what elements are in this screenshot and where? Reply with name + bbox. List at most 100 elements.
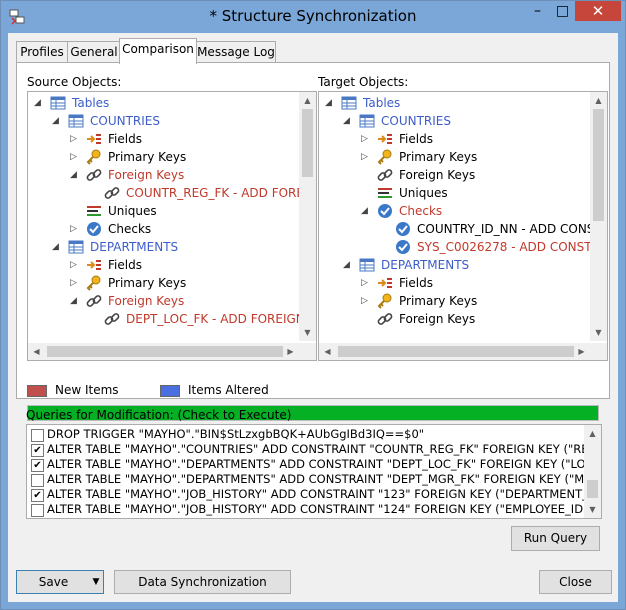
collapsed-arrow-icon[interactable]: ▷	[70, 256, 80, 274]
node-label: Foreign Keys	[108, 294, 185, 308]
uniques-icon	[378, 188, 392, 198]
source-horizontal-scrollbar[interactable]: ◀ ▶	[28, 343, 299, 360]
query-checkbox[interactable]	[31, 429, 44, 442]
expanded-arrow-icon[interactable]: ◢	[343, 112, 353, 130]
node-label: Primary Keys	[108, 150, 187, 164]
query-text: DROP TRIGGER "MAYHO"."BIN$StLzxgbBQK+AUb…	[47, 427, 425, 441]
minimize-button[interactable]: –	[525, 1, 550, 21]
items-altered-label: Items Altered	[188, 383, 269, 397]
save-button[interactable]: Save	[16, 570, 91, 594]
scroll-thumb[interactable]	[593, 109, 604, 221]
scroll-corner	[590, 343, 607, 360]
expanded-arrow-icon[interactable]: ◢	[343, 256, 353, 274]
expanded-arrow-icon[interactable]: ◢	[52, 238, 62, 256]
table-icon	[359, 258, 375, 272]
target-horizontal-scrollbar[interactable]: ◀ ▶	[319, 343, 590, 360]
check-icon	[396, 222, 410, 236]
scroll-thumb[interactable]	[338, 346, 574, 357]
node-label: Uniques	[399, 186, 448, 200]
target-objects-label: Target Objects:	[318, 75, 409, 89]
node-label: Fields	[108, 258, 142, 272]
comparison-panel: Source Objects: Target Objects: ◢ Tables…	[16, 62, 610, 421]
scroll-down-icon[interactable]: ▼	[590, 324, 607, 341]
query-checkbox[interactable]: ✔	[31, 489, 44, 502]
node-label: Foreign Keys	[399, 312, 476, 326]
expanded-arrow-icon[interactable]: ◢	[325, 94, 335, 112]
link-icon	[377, 313, 393, 325]
save-dropdown-button[interactable]: ▼	[89, 570, 104, 594]
query-text: ALTER TABLE "MAYHO"."JOB_HISTORY" ADD CO…	[47, 502, 602, 516]
scroll-left-icon[interactable]: ◀	[28, 343, 45, 360]
scroll-up-icon[interactable]: ▲	[299, 92, 316, 109]
tab-comparison[interactable]: Comparison	[119, 38, 197, 64]
collapsed-arrow-icon[interactable]: ▷	[70, 148, 80, 166]
scroll-down-icon[interactable]: ▼	[299, 324, 316, 341]
target-tree[interactable]: ◢ Tables ◢ COUNTRIES ▷ Fields ▷ Primary …	[318, 91, 608, 361]
tab-profiles[interactable]: Profiles	[16, 41, 68, 63]
scroll-up-icon[interactable]: ▲	[590, 92, 607, 109]
queries-list[interactable]: DROP TRIGGER "MAYHO"."BIN$StLzxgbBQK+AUb…	[26, 424, 602, 519]
node-label: Uniques	[108, 204, 157, 218]
new-items-label: New Items	[55, 383, 119, 397]
expanded-arrow-icon[interactable]: ◢	[70, 166, 80, 184]
node-label: DEPARTMENTS	[90, 240, 179, 254]
node-label: COUNTRY_ID_NN - ADD CONS	[417, 222, 595, 236]
expanded-arrow-icon[interactable]: ◢	[361, 202, 371, 220]
collapsed-arrow-icon[interactable]: ▷	[361, 148, 371, 166]
collapsed-arrow-icon[interactable]: ▷	[70, 274, 80, 292]
query-checkbox[interactable]: ✔	[31, 459, 44, 472]
collapsed-arrow-icon[interactable]: ▷	[70, 220, 80, 238]
scroll-left-icon[interactable]: ◀	[319, 343, 336, 360]
close-window-button[interactable]: ✕	[575, 1, 621, 21]
link-icon	[86, 169, 102, 181]
key-icon	[377, 293, 392, 309]
expanded-arrow-icon[interactable]: ◢	[52, 112, 62, 130]
node-label: COUNTRIES	[381, 114, 451, 128]
tab-message-log[interactable]: Message Log	[196, 41, 276, 63]
scroll-right-icon[interactable]: ▶	[573, 343, 590, 360]
query-checkbox[interactable]	[31, 474, 44, 487]
scroll-thumb[interactable]	[587, 480, 598, 498]
collapsed-arrow-icon[interactable]: ▷	[361, 130, 371, 148]
data-synchronization-button[interactable]: Data Synchronization	[114, 570, 291, 594]
node-label: DEPT_LOC_FK - ADD FOREIGN	[126, 312, 305, 326]
table-icon	[359, 114, 375, 128]
check-icon	[396, 240, 410, 254]
scroll-up-icon[interactable]: ▲	[584, 425, 601, 442]
maximize-button[interactable]: □	[550, 1, 575, 21]
collapsed-arrow-icon[interactable]: ▷	[361, 274, 371, 292]
query-checkbox[interactable]	[31, 504, 44, 517]
source-vertical-scrollbar[interactable]: ▲ ▼	[299, 92, 316, 341]
node-label: Foreign Keys	[108, 168, 185, 182]
scroll-corner	[299, 343, 316, 360]
scroll-right-icon[interactable]: ▶	[282, 343, 299, 360]
scroll-thumb[interactable]	[302, 109, 313, 177]
title-bar[interactable]: * Structure Synchronization – □ ✕	[1, 1, 625, 33]
tab-general[interactable]: General	[67, 41, 121, 63]
queries-vertical-scrollbar[interactable]: ▲ ▼	[584, 425, 601, 518]
expanded-arrow-icon[interactable]: ◢	[70, 292, 80, 310]
scroll-down-icon[interactable]: ▼	[584, 501, 601, 518]
run-query-button[interactable]: Run Query	[511, 526, 600, 551]
fields-icon	[87, 260, 101, 270]
fields-icon	[87, 134, 101, 144]
query-checkbox[interactable]: ✔	[31, 444, 44, 457]
client-area: Profiles General Comparison Message Log …	[8, 33, 618, 602]
key-icon	[86, 149, 101, 165]
node-label: Foreign Keys	[399, 168, 476, 182]
collapsed-arrow-icon[interactable]: ▷	[70, 130, 80, 148]
source-tree[interactable]: ◢ Tables ◢ COUNTRIES ▷ Fields ▷ Primary …	[27, 91, 317, 361]
close-button[interactable]: Close	[539, 570, 612, 594]
expanded-arrow-icon[interactable]: ◢	[34, 94, 44, 112]
target-vertical-scrollbar[interactable]: ▲ ▼	[590, 92, 607, 341]
collapsed-arrow-icon[interactable]: ▷	[361, 292, 371, 310]
node-label: COUNTR_REG_FK - ADD FOREIG	[126, 186, 317, 200]
node-label: Fields	[399, 132, 433, 146]
query-text: ALTER TABLE "MAYHO"."DEPARTMENTS" ADD CO…	[47, 472, 602, 486]
check-icon	[378, 204, 392, 218]
link-icon	[86, 295, 102, 307]
node-label: Fields	[108, 132, 142, 146]
queries-label: Queries for Modification: (Check to Exec…	[26, 408, 292, 422]
scroll-thumb[interactable]	[47, 346, 283, 357]
query-text: ALTER TABLE "MAYHO"."COUNTRIES" ADD CONS…	[47, 442, 602, 456]
